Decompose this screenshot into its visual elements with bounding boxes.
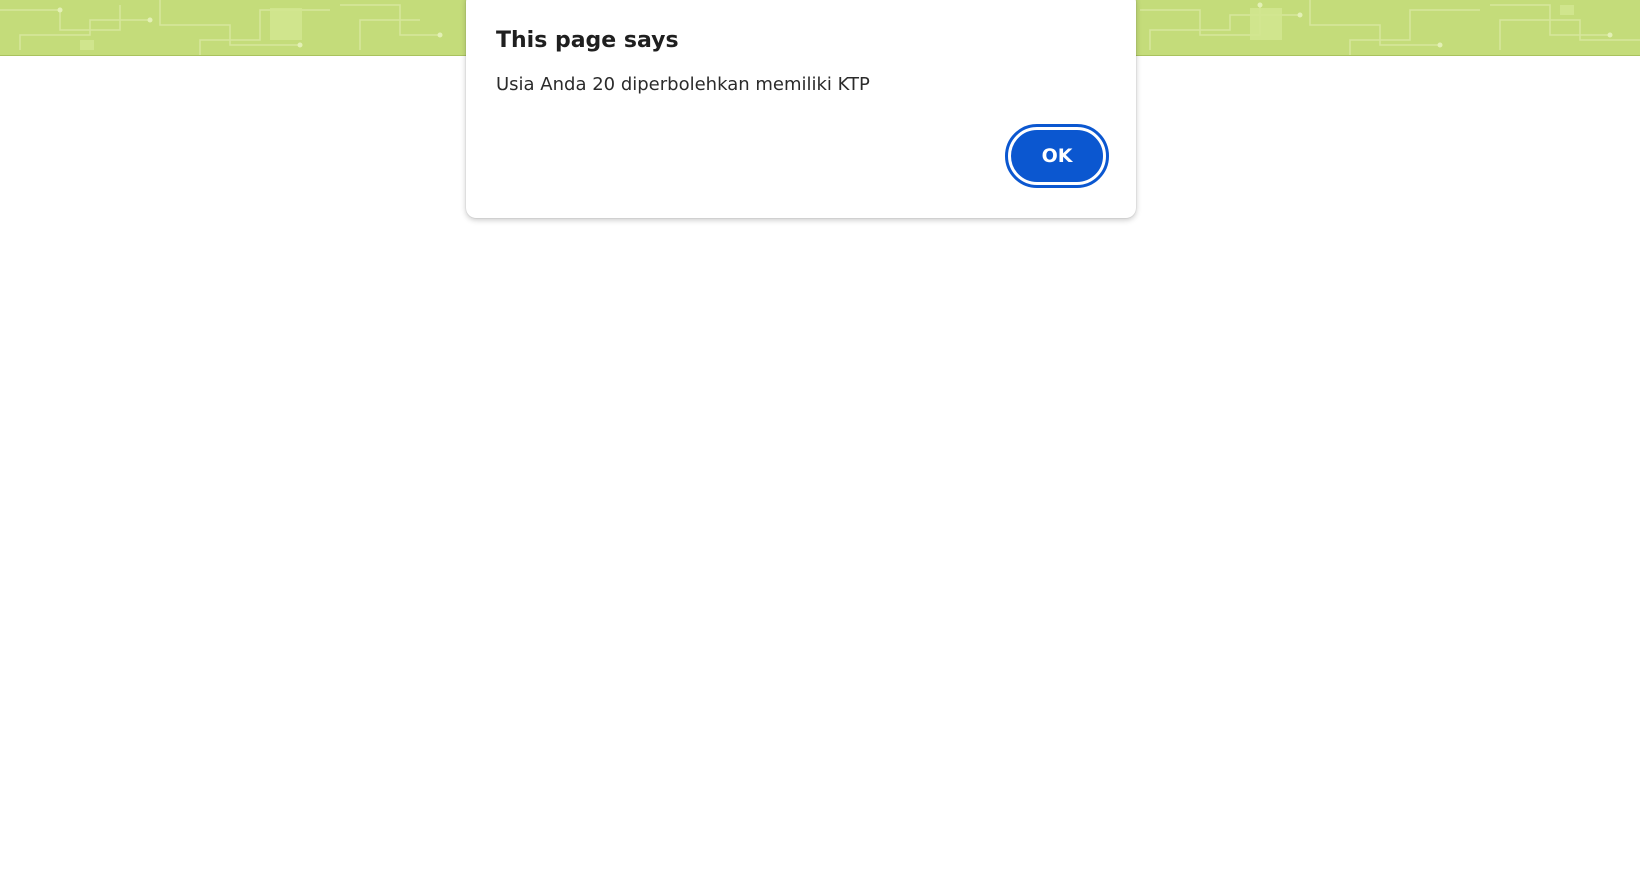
ok-button[interactable]: OK bbox=[1005, 124, 1109, 188]
dialog-message: Usia Anda 20 diperbolehkan memiliki KTP bbox=[496, 74, 870, 95]
alert-dialog: This page says Usia Anda 20 diperbolehka… bbox=[466, 0, 1136, 218]
page: This page says Usia Anda 20 diperbolehka… bbox=[0, 0, 1640, 871]
dialog-title: This page says bbox=[496, 28, 679, 53]
